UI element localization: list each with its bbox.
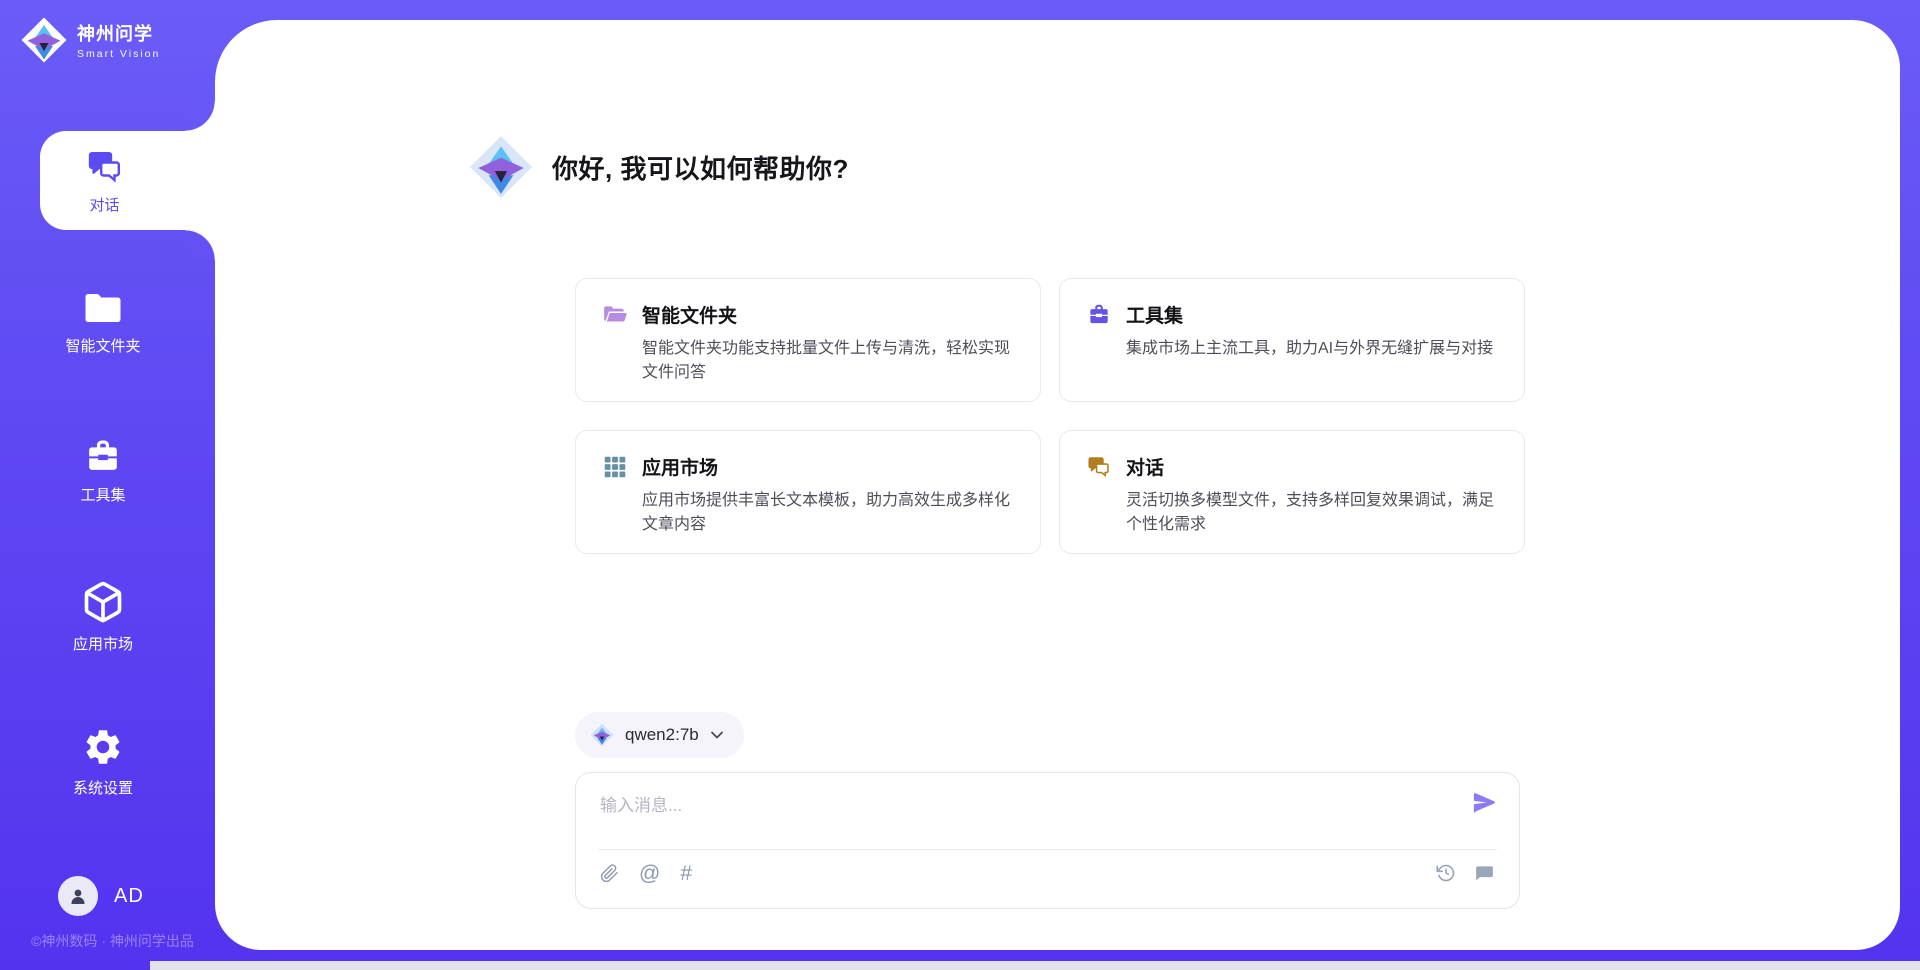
card-title: 工具集 (1126, 301, 1183, 328)
message-composer: @ # (575, 772, 1520, 909)
send-icon (1471, 790, 1498, 815)
card-title: 应用市场 (642, 453, 718, 480)
composer-tools: @ # (600, 863, 692, 884)
card-title: 智能文件夹 (642, 301, 737, 328)
avatar (58, 876, 98, 916)
hash-icon: # (680, 862, 692, 885)
card-chat[interactable]: 对话 灵活切换多模型文件，支持多样回复效果调试，满足个性化需求 (1059, 430, 1525, 554)
horizontal-scrollbar[interactable] (150, 961, 1920, 970)
sidebar-item-chat[interactable]: 对话 (40, 131, 215, 230)
card-description: 智能文件夹功能支持批量文件上传与清洗，轻松实现文件问答 (642, 337, 1014, 385)
sidebar: 神州问学 Smart Vision 对话 智能文件夹 (0, 0, 215, 970)
app-logo-icon (468, 134, 534, 200)
cube-icon (81, 580, 125, 624)
feedback-button[interactable] (1474, 863, 1495, 883)
feature-cards: 智能文件夹 智能文件夹功能支持批量文件上传与清洗，轻松实现文件问答 工具集 集成… (575, 278, 1525, 554)
card-smart-folders[interactable]: 智能文件夹 智能文件夹功能支持批量文件上传与清洗，轻松实现文件问答 (575, 278, 1041, 402)
person-icon (66, 884, 90, 908)
grid-icon (602, 454, 628, 480)
model-selector[interactable]: qwen2:7b (575, 712, 744, 758)
folder-icon (82, 290, 124, 326)
model-name: qwen2:7b (625, 725, 699, 745)
card-title: 对话 (1126, 453, 1164, 480)
card-description: 灵活切换多模型文件，支持多样回复效果调试，满足个性化需求 (1126, 489, 1498, 537)
sidebar-item-app-market[interactable]: 应用市场 (0, 580, 206, 654)
chat-bubble-icon (1474, 863, 1495, 883)
brand-name: 神州问学 (77, 20, 160, 46)
message-input[interactable] (600, 791, 1440, 841)
greeting: 你好, 我可以如何帮助你? (468, 133, 849, 201)
sidebar-item-toolset[interactable]: 工具集 (0, 437, 206, 505)
composer-divider (598, 849, 1497, 850)
toolbox-icon (1086, 302, 1112, 327)
folder-open-icon (602, 302, 628, 328)
user-profile[interactable]: AD (58, 876, 144, 916)
composer-right-tools (1436, 863, 1495, 883)
sidebar-item-label: 工具集 (80, 484, 125, 505)
at-icon: @ (639, 862, 660, 885)
sidebar-item-label: 系统设置 (73, 777, 133, 798)
attach-button[interactable] (600, 863, 619, 884)
sidebar-item-settings[interactable]: 系统设置 (0, 726, 206, 798)
card-toolset[interactable]: 工具集 集成市场上主流工具，助力AI与外界无缝扩展与对接 (1059, 278, 1525, 402)
sidebar-item-smart-folders[interactable]: 智能文件夹 (0, 290, 206, 356)
active-tab-fillet-top (185, 101, 215, 131)
history-icon (1436, 863, 1456, 883)
send-button[interactable] (1471, 790, 1498, 815)
chat-icon (1086, 454, 1112, 480)
sidebar-item-label: 智能文件夹 (65, 335, 140, 356)
copyright-text: ©神州数码 · 神州问学出品 (10, 931, 215, 951)
history-button[interactable] (1436, 863, 1456, 883)
model-logo-icon (590, 723, 614, 747)
chevron-down-icon (710, 730, 724, 740)
brand-subtitle: Smart Vision (77, 48, 160, 60)
brand: 神州问学 Smart Vision (20, 16, 160, 64)
card-app-market[interactable]: 应用市场 应用市场提供丰富长文本模板，助力高效生成多样化文章内容 (575, 430, 1041, 554)
gear-icon (82, 726, 124, 768)
brand-logo-icon (20, 16, 68, 64)
card-description: 应用市场提供丰富长文本模板，助力高效生成多样化文章内容 (642, 489, 1014, 537)
user-name: AD (114, 885, 144, 908)
sidebar-item-label: 对话 (89, 194, 119, 215)
active-tab-fillet-bottom (185, 230, 215, 260)
paperclip-icon (600, 863, 619, 884)
sidebar-item-label: 应用市场 (73, 633, 133, 654)
brand-text: 神州问学 Smart Vision (77, 20, 160, 60)
greeting-title: 你好, 我可以如何帮助你? (552, 149, 849, 186)
toolbox-icon (82, 437, 124, 475)
card-description: 集成市场上主流工具，助力AI与外界无缝扩展与对接 (1126, 337, 1498, 361)
chat-icon (83, 147, 127, 187)
